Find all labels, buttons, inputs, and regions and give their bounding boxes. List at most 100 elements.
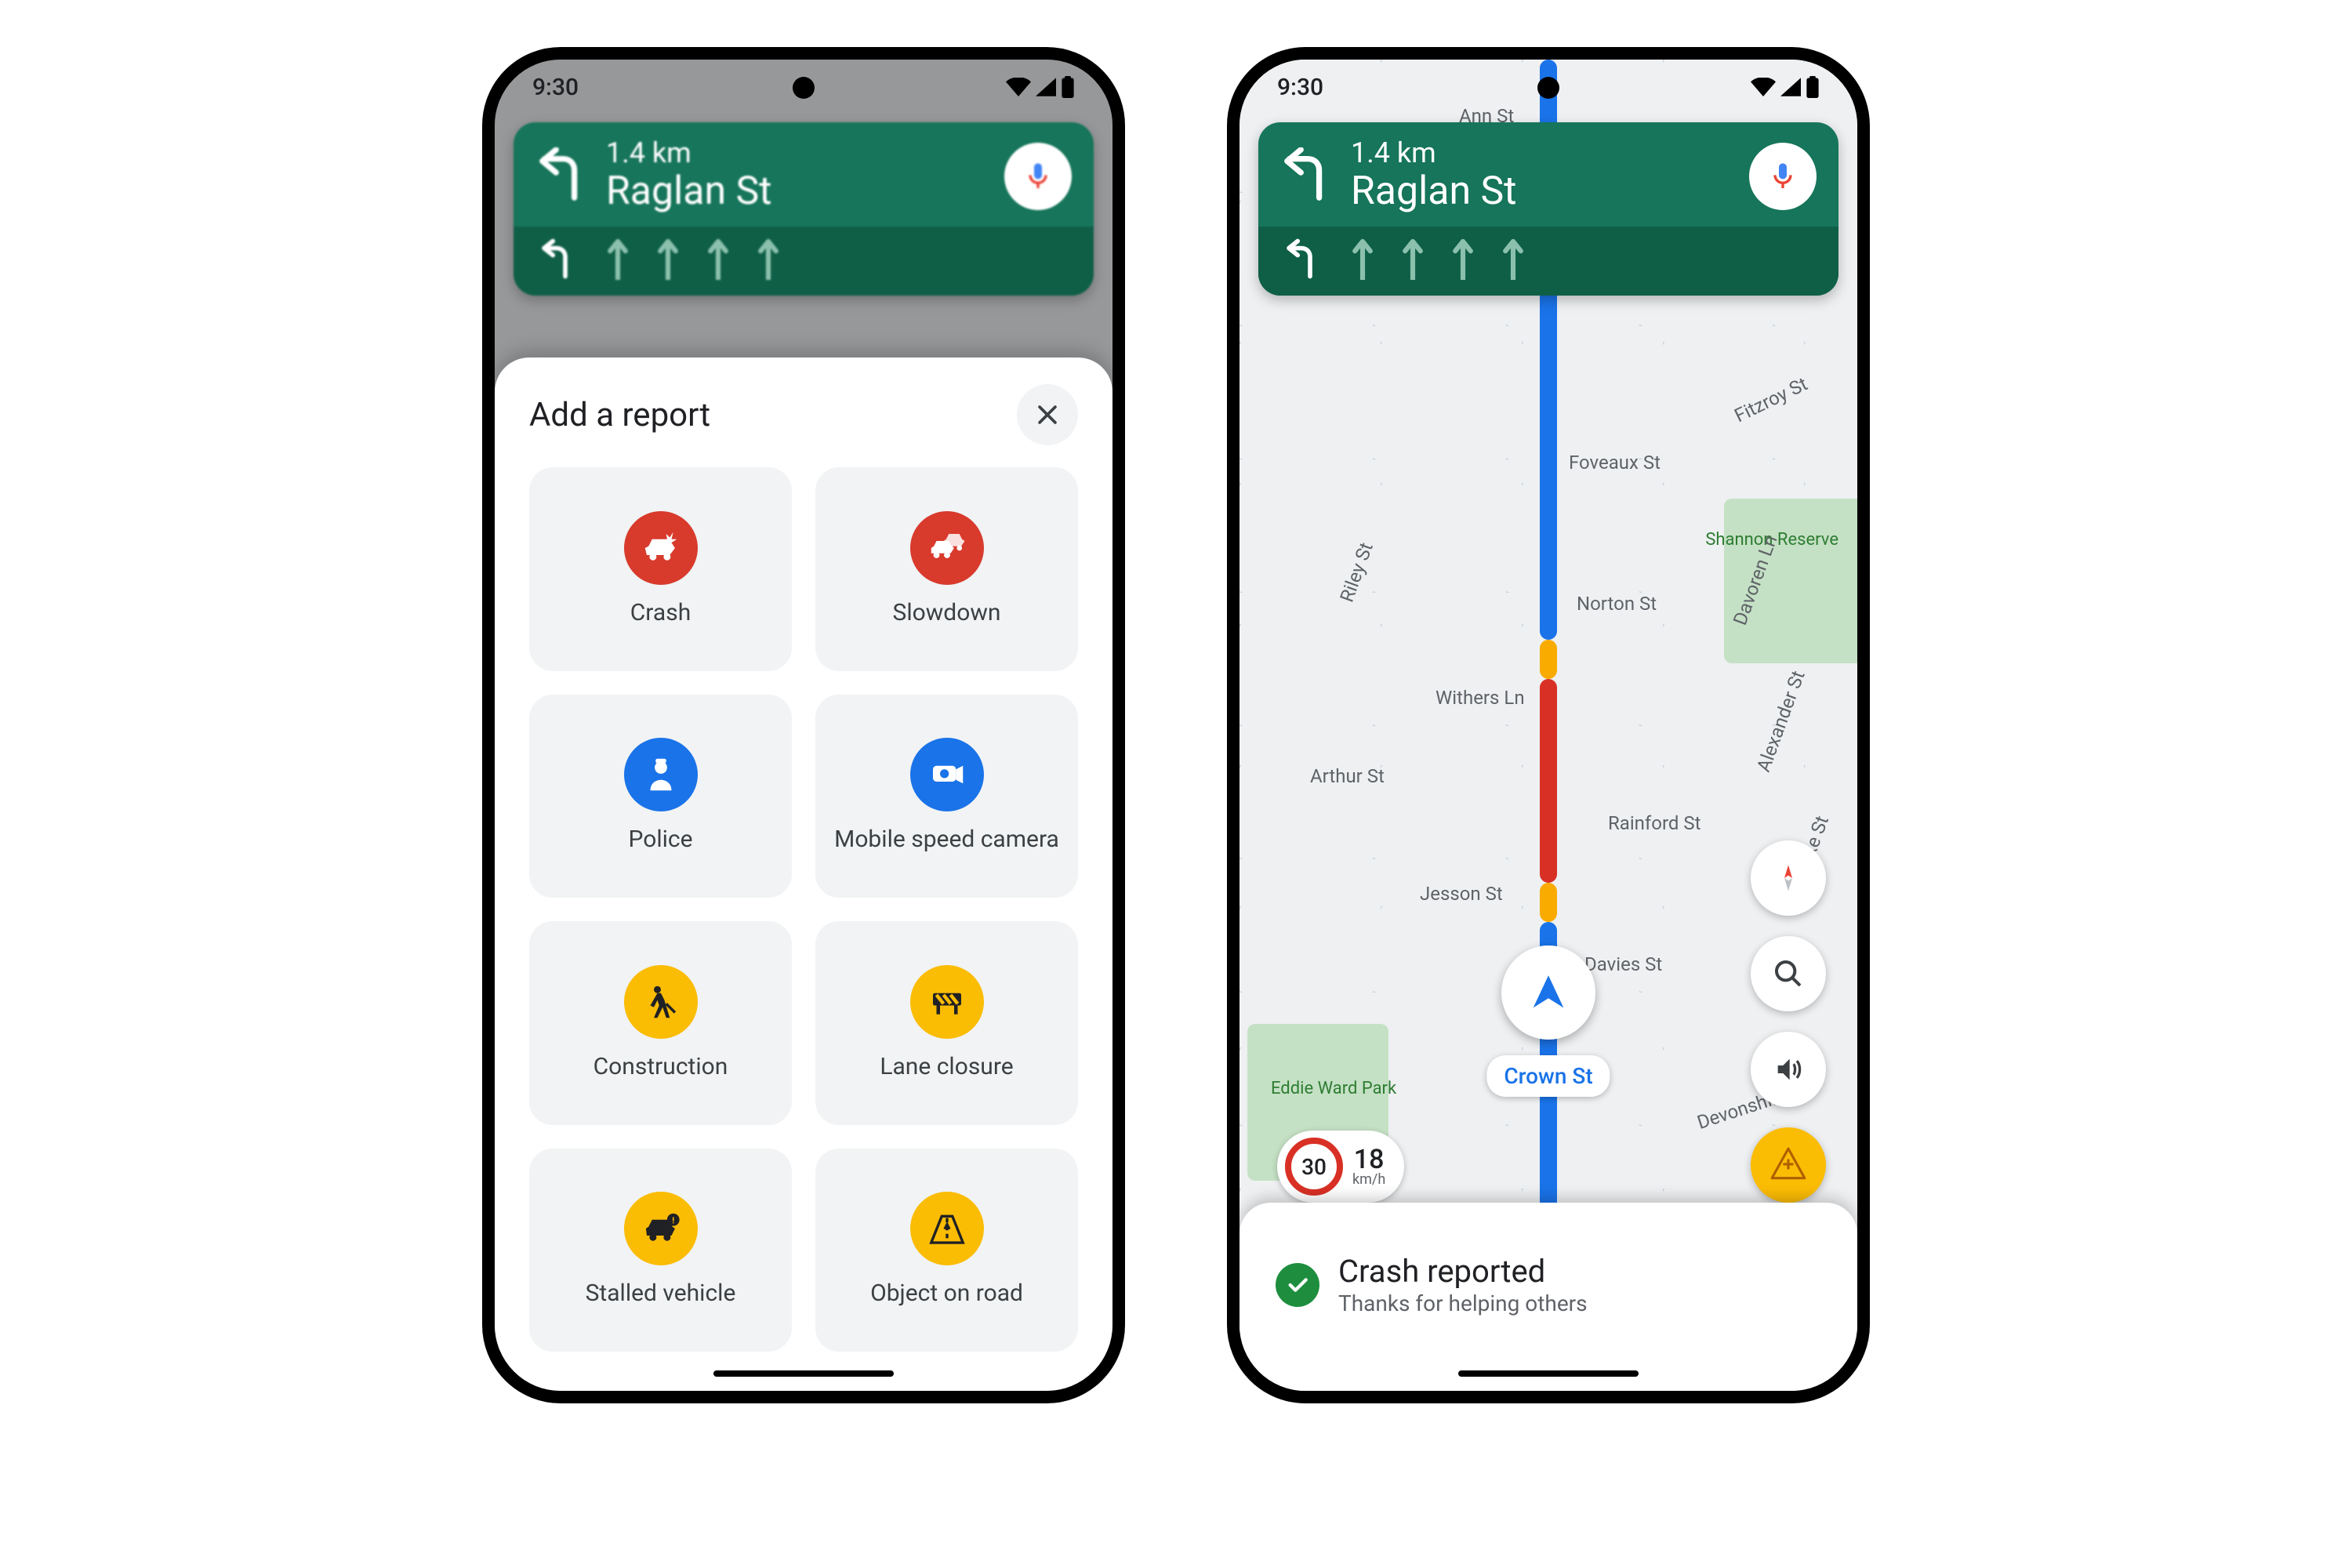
street-label: Norton St (1577, 593, 1657, 615)
nav-arrow-icon (1526, 970, 1571, 1015)
turn-left-icon (535, 147, 590, 205)
navigation-banner-bg: 1.4 km Raglan St (514, 122, 1094, 296)
turn-left-icon (1280, 147, 1335, 205)
current-location-marker (1501, 946, 1595, 1040)
nav-street: Raglan St (1351, 169, 1733, 215)
route-segment-jam (1540, 679, 1557, 883)
report-confirmation-toast: Crash reported Thanks for helping others (1240, 1203, 1857, 1391)
park-label-eddie: Eddie Ward Park (1271, 1079, 1396, 1098)
lane-straight-icon (656, 238, 680, 280)
svg-text:!: ! (672, 1216, 674, 1226)
street-label: Jesson St (1420, 883, 1503, 905)
report-slowdown[interactable]: Slowdown (815, 467, 1078, 671)
report-label: Slowdown (893, 599, 1001, 627)
street-label: Arthur St (1310, 765, 1385, 787)
report-object-on-road[interactable]: Object on road (815, 1149, 1078, 1352)
navigation-banner[interactable]: 1.4 km Raglan St (1258, 122, 1838, 296)
lane-straight-icon (757, 238, 780, 280)
police-icon (624, 738, 698, 811)
lane-straight-icon (1501, 238, 1525, 280)
close-button[interactable] (1017, 384, 1078, 445)
status-time: 9:30 (532, 74, 579, 101)
stalled-vehicle-icon: ! (624, 1192, 698, 1265)
lane-guidance-row (1258, 227, 1838, 296)
cell-signal-icon (1036, 78, 1056, 96)
report-grid: Crash Slowdown Police (529, 467, 1078, 1352)
status-time: 9:30 (1277, 74, 1323, 101)
nav-street: Raglan St (606, 169, 989, 215)
report-label: Object on road (870, 1279, 1023, 1308)
sound-button[interactable] (1751, 1032, 1826, 1107)
report-crash[interactable]: Crash (529, 467, 792, 671)
lane-straight-icon (606, 238, 630, 280)
report-label: Police (628, 826, 692, 854)
status-icons (1006, 76, 1075, 98)
home-indicator[interactable] (713, 1370, 894, 1377)
search-button[interactable] (1751, 936, 1826, 1011)
street-label: Foveaux St (1569, 452, 1661, 474)
mic-icon (1767, 161, 1798, 192)
wifi-icon (1006, 78, 1031, 96)
report-label: Lane closure (880, 1053, 1013, 1081)
lane-turn-left-icon (537, 238, 579, 280)
phone-right: Shannon Reserve Eddie Ward Park Ann St F… (1227, 47, 1870, 1403)
current-street-pill: Crown St (1486, 1055, 1610, 1097)
report-label: Construction (593, 1053, 728, 1081)
lane-closure-icon (910, 965, 984, 1039)
report-police[interactable]: Police (529, 695, 792, 898)
report-stalled-vehicle[interactable]: ! Stalled vehicle (529, 1149, 792, 1352)
street-label: Davies St (1584, 953, 1662, 975)
report-construction[interactable]: Construction (529, 921, 792, 1125)
toast-subtitle: Thanks for helping others (1338, 1290, 1588, 1317)
add-report-sheet: Add a report Crash (495, 358, 1112, 1391)
lane-straight-icon (706, 238, 730, 280)
mic-icon (1022, 161, 1054, 192)
lane-straight-icon (1401, 238, 1425, 280)
speed-limit-sign: 30 (1285, 1138, 1343, 1196)
object-on-road-icon (910, 1192, 984, 1265)
compass-button[interactable] (1751, 840, 1826, 916)
speaker-icon (1773, 1054, 1804, 1085)
compass-icon (1773, 862, 1804, 894)
route-segment-slow (1540, 640, 1557, 679)
report-lane-closure[interactable]: Lane closure (815, 921, 1078, 1125)
front-camera-dot (1537, 77, 1559, 99)
nav-distance: 1.4 km (1351, 138, 1733, 169)
battery-icon (1061, 76, 1075, 98)
slowdown-icon (910, 511, 984, 585)
report-speed-camera[interactable]: Mobile speed camera (815, 695, 1078, 898)
lane-straight-icon (1351, 238, 1374, 280)
battery-icon (1806, 76, 1820, 98)
lane-guidance-row (514, 227, 1094, 296)
front-camera-dot (793, 77, 815, 99)
toast-title: Crash reported (1338, 1253, 1588, 1290)
route-segment-slow (1540, 883, 1557, 922)
nav-distance: 1.4 km (606, 138, 989, 169)
speed-indicator: 30 18 km/h (1277, 1131, 1404, 1203)
voice-search-button[interactable] (1749, 143, 1817, 210)
report-button[interactable] (1751, 1127, 1826, 1203)
lane-straight-icon (1451, 238, 1475, 280)
street-label: Rainford St (1608, 812, 1700, 834)
close-icon (1034, 401, 1061, 428)
status-icons (1751, 76, 1820, 98)
report-plus-icon (1769, 1145, 1808, 1185)
construction-icon (624, 965, 698, 1039)
speed-camera-icon (910, 738, 984, 811)
cell-signal-icon (1780, 78, 1801, 96)
wifi-icon (1751, 78, 1776, 96)
report-label: Mobile speed camera (834, 826, 1059, 854)
check-icon (1276, 1263, 1319, 1307)
sheet-title: Add a report (529, 396, 710, 434)
current-speed: 18 (1354, 1146, 1385, 1173)
street-label: Withers Ln (1436, 687, 1525, 709)
phone-left: 9:30 1.4 km Raglan St (482, 47, 1125, 1403)
report-label: Crash (630, 599, 691, 627)
speed-unit: km/h (1352, 1173, 1385, 1187)
lane-turn-left-icon (1282, 238, 1324, 280)
home-indicator[interactable] (1458, 1370, 1639, 1377)
crash-icon (624, 511, 698, 585)
voice-search-button[interactable] (1004, 143, 1072, 210)
search-icon (1773, 958, 1804, 989)
report-label: Stalled vehicle (586, 1279, 736, 1308)
